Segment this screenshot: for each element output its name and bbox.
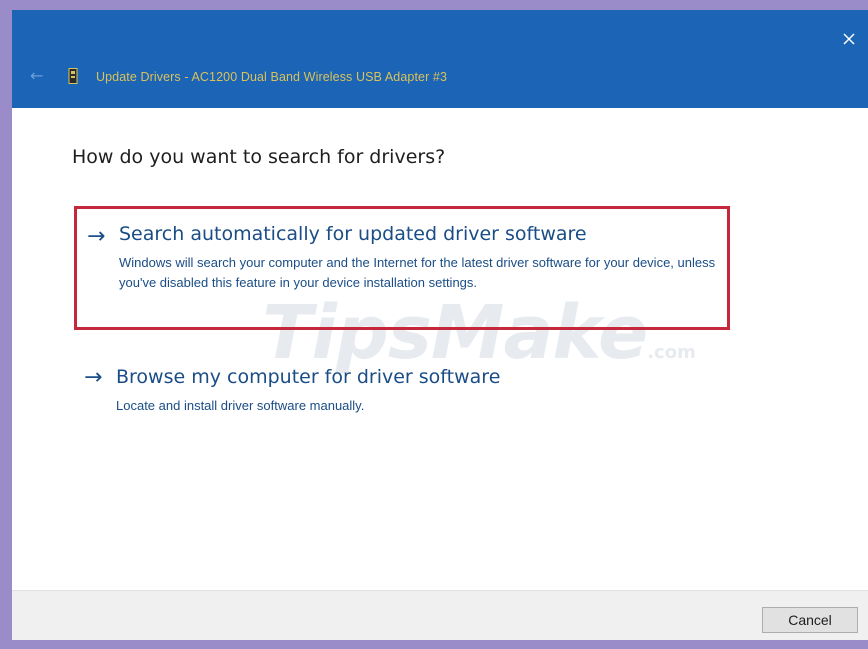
dialog-footer: Cancel (12, 590, 868, 640)
screenshot-page: ← Update Drivers - AC1200 Dual Band Wire… (0, 0, 868, 649)
option-title[interactable]: Search automatically for updated driver … (119, 223, 587, 245)
browse-computer-option[interactable]: → Browse my computer for driver software… (74, 362, 594, 426)
watermark-suffix: .com (647, 342, 696, 363)
option-description: Windows will search your computer and th… (119, 255, 716, 290)
frame-left-border (0, 0, 12, 649)
cancel-button[interactable]: Cancel (762, 607, 858, 633)
back-arrow-icon[interactable]: ← (30, 68, 43, 84)
window-title: Update Drivers - AC1200 Dual Band Wirele… (96, 70, 448, 84)
usb-adapter-icon (68, 68, 78, 84)
option-description: Locate and install driver software manua… (116, 398, 365, 413)
right-arrow-icon: → (84, 365, 103, 390)
close-icon[interactable] (840, 30, 858, 48)
search-automatically-option[interactable]: → Search automatically for updated drive… (74, 206, 730, 330)
page-heading: How do you want to search for drivers? (72, 146, 446, 168)
frame-top-border (0, 0, 868, 10)
update-drivers-dialog: ← Update Drivers - AC1200 Dual Band Wire… (12, 10, 868, 640)
option-title[interactable]: Browse my computer for driver software (116, 366, 500, 388)
right-arrow-icon: → (87, 224, 106, 249)
frame-bottom-border (0, 640, 868, 649)
title-bar: ← Update Drivers - AC1200 Dual Band Wire… (12, 10, 868, 108)
